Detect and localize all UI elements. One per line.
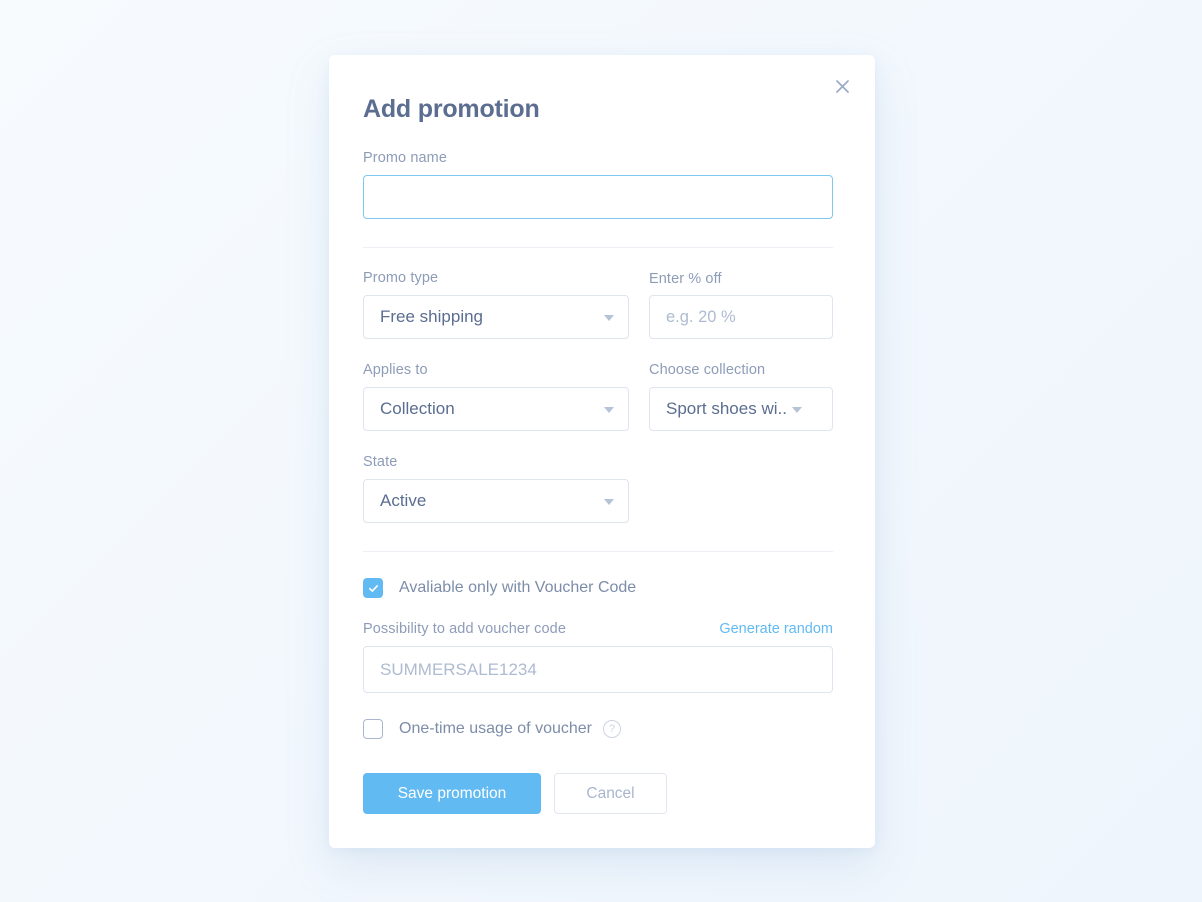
choose-collection-value: Sport shoes wi...: [666, 399, 787, 418]
voucher-available-label: Avaliable only with Voucher Code: [399, 579, 637, 596]
voucher-code-label: Possibility to add voucher code: [363, 621, 566, 637]
choose-collection-select[interactable]: Sport shoes wi...: [649, 387, 833, 431]
voucher-available-row: Avaliable only with Voucher Code: [363, 578, 833, 598]
state-label: State: [363, 454, 398, 470]
chevron-down-icon: [604, 315, 614, 321]
divider-bottom: [363, 551, 833, 552]
chevron-down-icon: [792, 406, 802, 413]
one-time-usage-row: One-time usage of voucher ?: [363, 719, 833, 739]
applies-to-value: Collection: [380, 399, 455, 418]
dialog-body: Add promotion Promo name Promo type Free…: [363, 55, 833, 814]
applies-to-select[interactable]: Collection: [363, 387, 629, 431]
voucher-code-input[interactable]: [363, 646, 833, 693]
state-value: Active: [380, 491, 427, 510]
percent-off-label: Enter % off: [649, 271, 722, 287]
voucher-code-field: [363, 646, 833, 693]
divider-top: [363, 247, 833, 248]
promo-type-select[interactable]: Free shipping: [363, 295, 629, 339]
state-select[interactable]: Active: [363, 479, 629, 523]
choose-collection-field: Choose collection Sport shoes wi...: [649, 362, 833, 431]
chevron-down-icon: [604, 499, 614, 505]
generate-random-link[interactable]: Generate random: [719, 621, 833, 637]
promo-type-field: Promo type Free shipping: [363, 270, 629, 339]
promo-type-label: Promo type: [363, 270, 439, 286]
percent-off-field: Enter % off: [649, 271, 833, 339]
state-field: State Active: [363, 454, 629, 523]
cancel-button[interactable]: Cancel: [554, 773, 667, 814]
choose-collection-label: Choose collection: [649, 362, 766, 378]
voucher-code-header: Possibility to add voucher code Generate…: [363, 621, 833, 637]
applies-to-row: Applies to Collection Choose collection …: [363, 362, 833, 431]
save-promotion-button[interactable]: Save promotion: [363, 773, 541, 814]
dialog-actions: Save promotion Cancel: [363, 773, 833, 814]
promo-name-input[interactable]: [363, 175, 833, 219]
check-icon: [368, 584, 378, 592]
promo-type-value: Free shipping: [380, 307, 484, 326]
one-time-usage-label: One-time usage of voucher: [399, 720, 592, 737]
one-time-usage-checkbox[interactable]: [363, 719, 383, 739]
applies-to-field: Applies to Collection: [363, 362, 629, 431]
percent-off-input[interactable]: [649, 295, 833, 339]
state-row: State Active: [363, 454, 833, 523]
promo-name-label: Promo name: [363, 150, 448, 166]
promo-type-row: Promo type Free shipping Enter % off: [363, 270, 833, 339]
chevron-down-icon: [604, 407, 614, 413]
question-mark-icon[interactable]: ?: [603, 720, 621, 738]
applies-to-label: Applies to: [363, 362, 428, 378]
promo-name-field: Promo name: [363, 150, 833, 219]
add-promotion-dialog: Add promotion Promo name Promo type Free…: [329, 55, 875, 848]
page-title: Add promotion: [363, 95, 540, 123]
voucher-available-checkbox[interactable]: [363, 578, 383, 598]
